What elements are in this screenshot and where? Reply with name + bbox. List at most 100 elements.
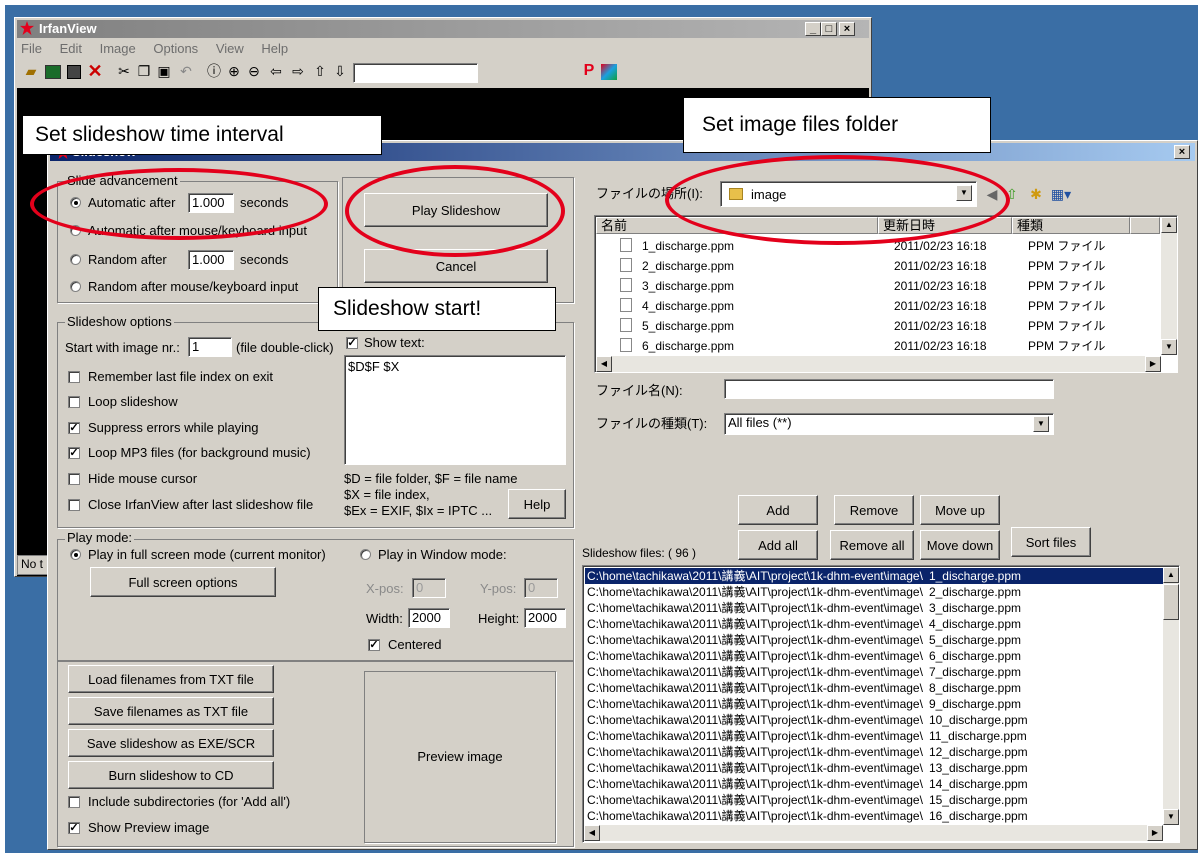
radio-fullscreen[interactable]	[70, 549, 81, 560]
add-all-button[interactable]: Add all	[738, 530, 818, 560]
remove-button[interactable]: Remove	[834, 495, 914, 525]
fullscreen-options-button[interactable]: Full screen options	[90, 567, 276, 597]
col-type-header[interactable]: 種類	[1012, 217, 1130, 234]
browser-file-row[interactable]: 5_discharge.ppm 2011/02/23 16:18 PPM ファイル	[596, 316, 1159, 336]
slideshow-file-row[interactable]: C:\home\tachikawa\2011\講義\AIT\project\1k…	[585, 584, 1163, 600]
delete-icon[interactable]: ✕	[85, 62, 105, 80]
zoom-in-icon[interactable]: ⊕	[225, 62, 243, 80]
loop-slideshow-checkbox[interactable]	[68, 396, 80, 408]
help-button[interactable]: Help	[508, 489, 566, 519]
suppress-errors-checkbox[interactable]: ✓	[68, 422, 80, 434]
start-image-input[interactable]: 1	[188, 337, 232, 357]
menu-file[interactable]: File	[21, 41, 42, 56]
slideshow-file-row[interactable]: C:\home\tachikawa\2011\講義\AIT\project\1k…	[585, 632, 1163, 648]
slideshow-file-row[interactable]: C:\home\tachikawa\2011\講義\AIT\project\1k…	[585, 744, 1163, 760]
width-input[interactable]: 2000	[408, 608, 450, 628]
ypos-input[interactable]: 0	[524, 578, 558, 598]
add-button[interactable]: Add	[738, 495, 818, 525]
paint-icon[interactable]: P	[581, 62, 597, 80]
browser-scroll-left[interactable]: ◀	[596, 356, 612, 372]
toolbar-input[interactable]	[353, 63, 478, 83]
list-scroll-up[interactable]: ▲	[1163, 567, 1179, 583]
filetype-combo[interactable]: All files (**) ▼	[724, 413, 1054, 435]
arrow-right-icon[interactable]: ⇨	[289, 62, 307, 80]
show-text-input[interactable]: $D$F $X	[344, 355, 566, 465]
move-up-button[interactable]: Move up	[920, 495, 1000, 525]
browser-vscrollbar[interactable]: ▲ ▼	[1161, 217, 1177, 355]
irfanview-titlebar[interactable]: IrfanView	[17, 20, 869, 38]
menu-view[interactable]: View	[216, 41, 244, 56]
save-icon[interactable]	[67, 65, 81, 79]
burn-cd-button[interactable]: Burn slideshow to CD	[68, 761, 274, 789]
list-vscrollbar[interactable]: ▲ ▼	[1163, 567, 1179, 825]
list-hscrollbar[interactable]: ◀ ▶	[584, 825, 1163, 841]
slideshow-file-row[interactable]: C:\home\tachikawa\2011\講義\AIT\project\1k…	[585, 776, 1163, 792]
browser-scroll-up[interactable]: ▲	[1161, 217, 1177, 233]
browser-scroll-down[interactable]: ▼	[1161, 339, 1177, 355]
radio-window-mode[interactable]	[360, 549, 371, 560]
loop-mp3-checkbox[interactable]: ✓	[68, 447, 80, 459]
browser-file-row[interactable]: 6_discharge.ppm 2011/02/23 16:18 PPM ファイル	[596, 336, 1159, 354]
height-input[interactable]: 2000	[524, 608, 566, 628]
slideshow-file-row[interactable]: C:\home\tachikawa\2011\講義\AIT\project\1k…	[585, 808, 1163, 824]
show-text-checkbox[interactable]: ✓	[346, 337, 358, 349]
copy-icon[interactable]: ❐	[135, 62, 153, 80]
minimize-button[interactable]: _	[805, 22, 821, 36]
first-icon[interactable]: ⇧	[311, 62, 329, 80]
close-after-checkbox[interactable]	[68, 499, 80, 511]
save-txt-button[interactable]: Save filenames as TXT file	[68, 697, 274, 725]
centered-checkbox[interactable]: ✓	[368, 639, 380, 651]
last-icon[interactable]: ⇩	[331, 62, 349, 80]
menu-image[interactable]: Image	[100, 41, 136, 56]
filename-input[interactable]	[724, 379, 1054, 399]
include-subdirs-checkbox[interactable]	[68, 796, 80, 808]
slideshow-file-row[interactable]: C:\home\tachikawa\2011\講義\AIT\project\1k…	[585, 728, 1163, 744]
radio-random-after[interactable]	[70, 254, 81, 265]
menu-options[interactable]: Options	[153, 41, 198, 56]
slideshow-file-row[interactable]: C:\home\tachikawa\2011\講義\AIT\project\1k…	[585, 712, 1163, 728]
arrow-left-icon[interactable]: ⇦	[267, 62, 285, 80]
random-interval-input[interactable]: 1.000	[188, 250, 234, 270]
hide-cursor-checkbox[interactable]	[68, 473, 80, 485]
slideshow-file-row[interactable]: C:\home\tachikawa\2011\講義\AIT\project\1k…	[585, 760, 1163, 776]
browser-scroll-right[interactable]: ▶	[1145, 356, 1161, 372]
irfanview-close-button[interactable]: ×	[839, 22, 855, 36]
list-scroll-left[interactable]: ◀	[584, 825, 600, 841]
remove-all-button[interactable]: Remove all	[830, 530, 914, 560]
new-folder-icon[interactable]: ✱	[1028, 185, 1044, 203]
cut-icon[interactable]: ✂	[115, 62, 133, 80]
slideshow-file-row[interactable]: C:\home\tachikawa\2011\講義\AIT\project\1k…	[585, 680, 1163, 696]
browser-hscrollbar[interactable]: ◀ ▶	[596, 356, 1161, 372]
browser-file-row[interactable]: 3_discharge.ppm 2011/02/23 16:18 PPM ファイル	[596, 276, 1159, 296]
remember-index-checkbox[interactable]	[68, 371, 80, 383]
slideshow-file-row[interactable]: C:\home\tachikawa\2011\講義\AIT\project\1k…	[585, 664, 1163, 680]
browser-file-row[interactable]: 2_discharge.ppm 2011/02/23 16:18 PPM ファイル	[596, 256, 1159, 276]
slideshow-file-row[interactable]: C:\home\tachikawa\2011\講義\AIT\project\1k…	[585, 696, 1163, 712]
view-menu-icon[interactable]: ▦▾	[1050, 185, 1072, 203]
undo-icon[interactable]: ↶	[177, 62, 195, 80]
save-exe-button[interactable]: Save slideshow as EXE/SCR	[68, 729, 274, 757]
dialog-close-button[interactable]: ×	[1174, 145, 1190, 159]
paste-icon[interactable]: ▣	[155, 62, 173, 80]
zoom-out-icon[interactable]: ⊖	[245, 62, 263, 80]
load-txt-button[interactable]: Load filenames from TXT file	[68, 665, 274, 693]
browser-file-row[interactable]: 4_discharge.ppm 2011/02/23 16:18 PPM ファイル	[596, 296, 1159, 316]
list-scroll-down[interactable]: ▼	[1163, 809, 1179, 825]
col-extra-header[interactable]	[1130, 217, 1160, 234]
slideshow-file-row[interactable]: C:\home\tachikawa\2011\講義\AIT\project\1k…	[585, 648, 1163, 664]
open-folder-icon[interactable]: ▰	[21, 62, 41, 80]
slideshow-file-row[interactable]: C:\home\tachikawa\2011\講義\AIT\project\1k…	[585, 792, 1163, 808]
menu-help[interactable]: Help	[261, 41, 288, 56]
slideshow-icon[interactable]	[45, 65, 61, 79]
sort-files-button[interactable]: Sort files	[1011, 527, 1091, 557]
show-preview-checkbox[interactable]: ✓	[68, 822, 80, 834]
slideshow-file-row[interactable]: C:\home\tachikawa\2011\講義\AIT\project\1k…	[585, 616, 1163, 632]
filetype-dropdown-icon[interactable]: ▼	[1033, 416, 1049, 432]
palette-icon[interactable]	[601, 64, 617, 80]
radio-random-input[interactable]	[70, 281, 81, 292]
menu-edit[interactable]: Edit	[60, 41, 82, 56]
slideshow-file-row[interactable]: C:\home\tachikawa\2011\講義\AIT\project\1k…	[585, 568, 1163, 584]
maximize-button[interactable]: □	[821, 22, 837, 36]
info-icon[interactable]: ⓘ	[205, 62, 223, 80]
list-scroll-thumb[interactable]	[1163, 584, 1179, 620]
